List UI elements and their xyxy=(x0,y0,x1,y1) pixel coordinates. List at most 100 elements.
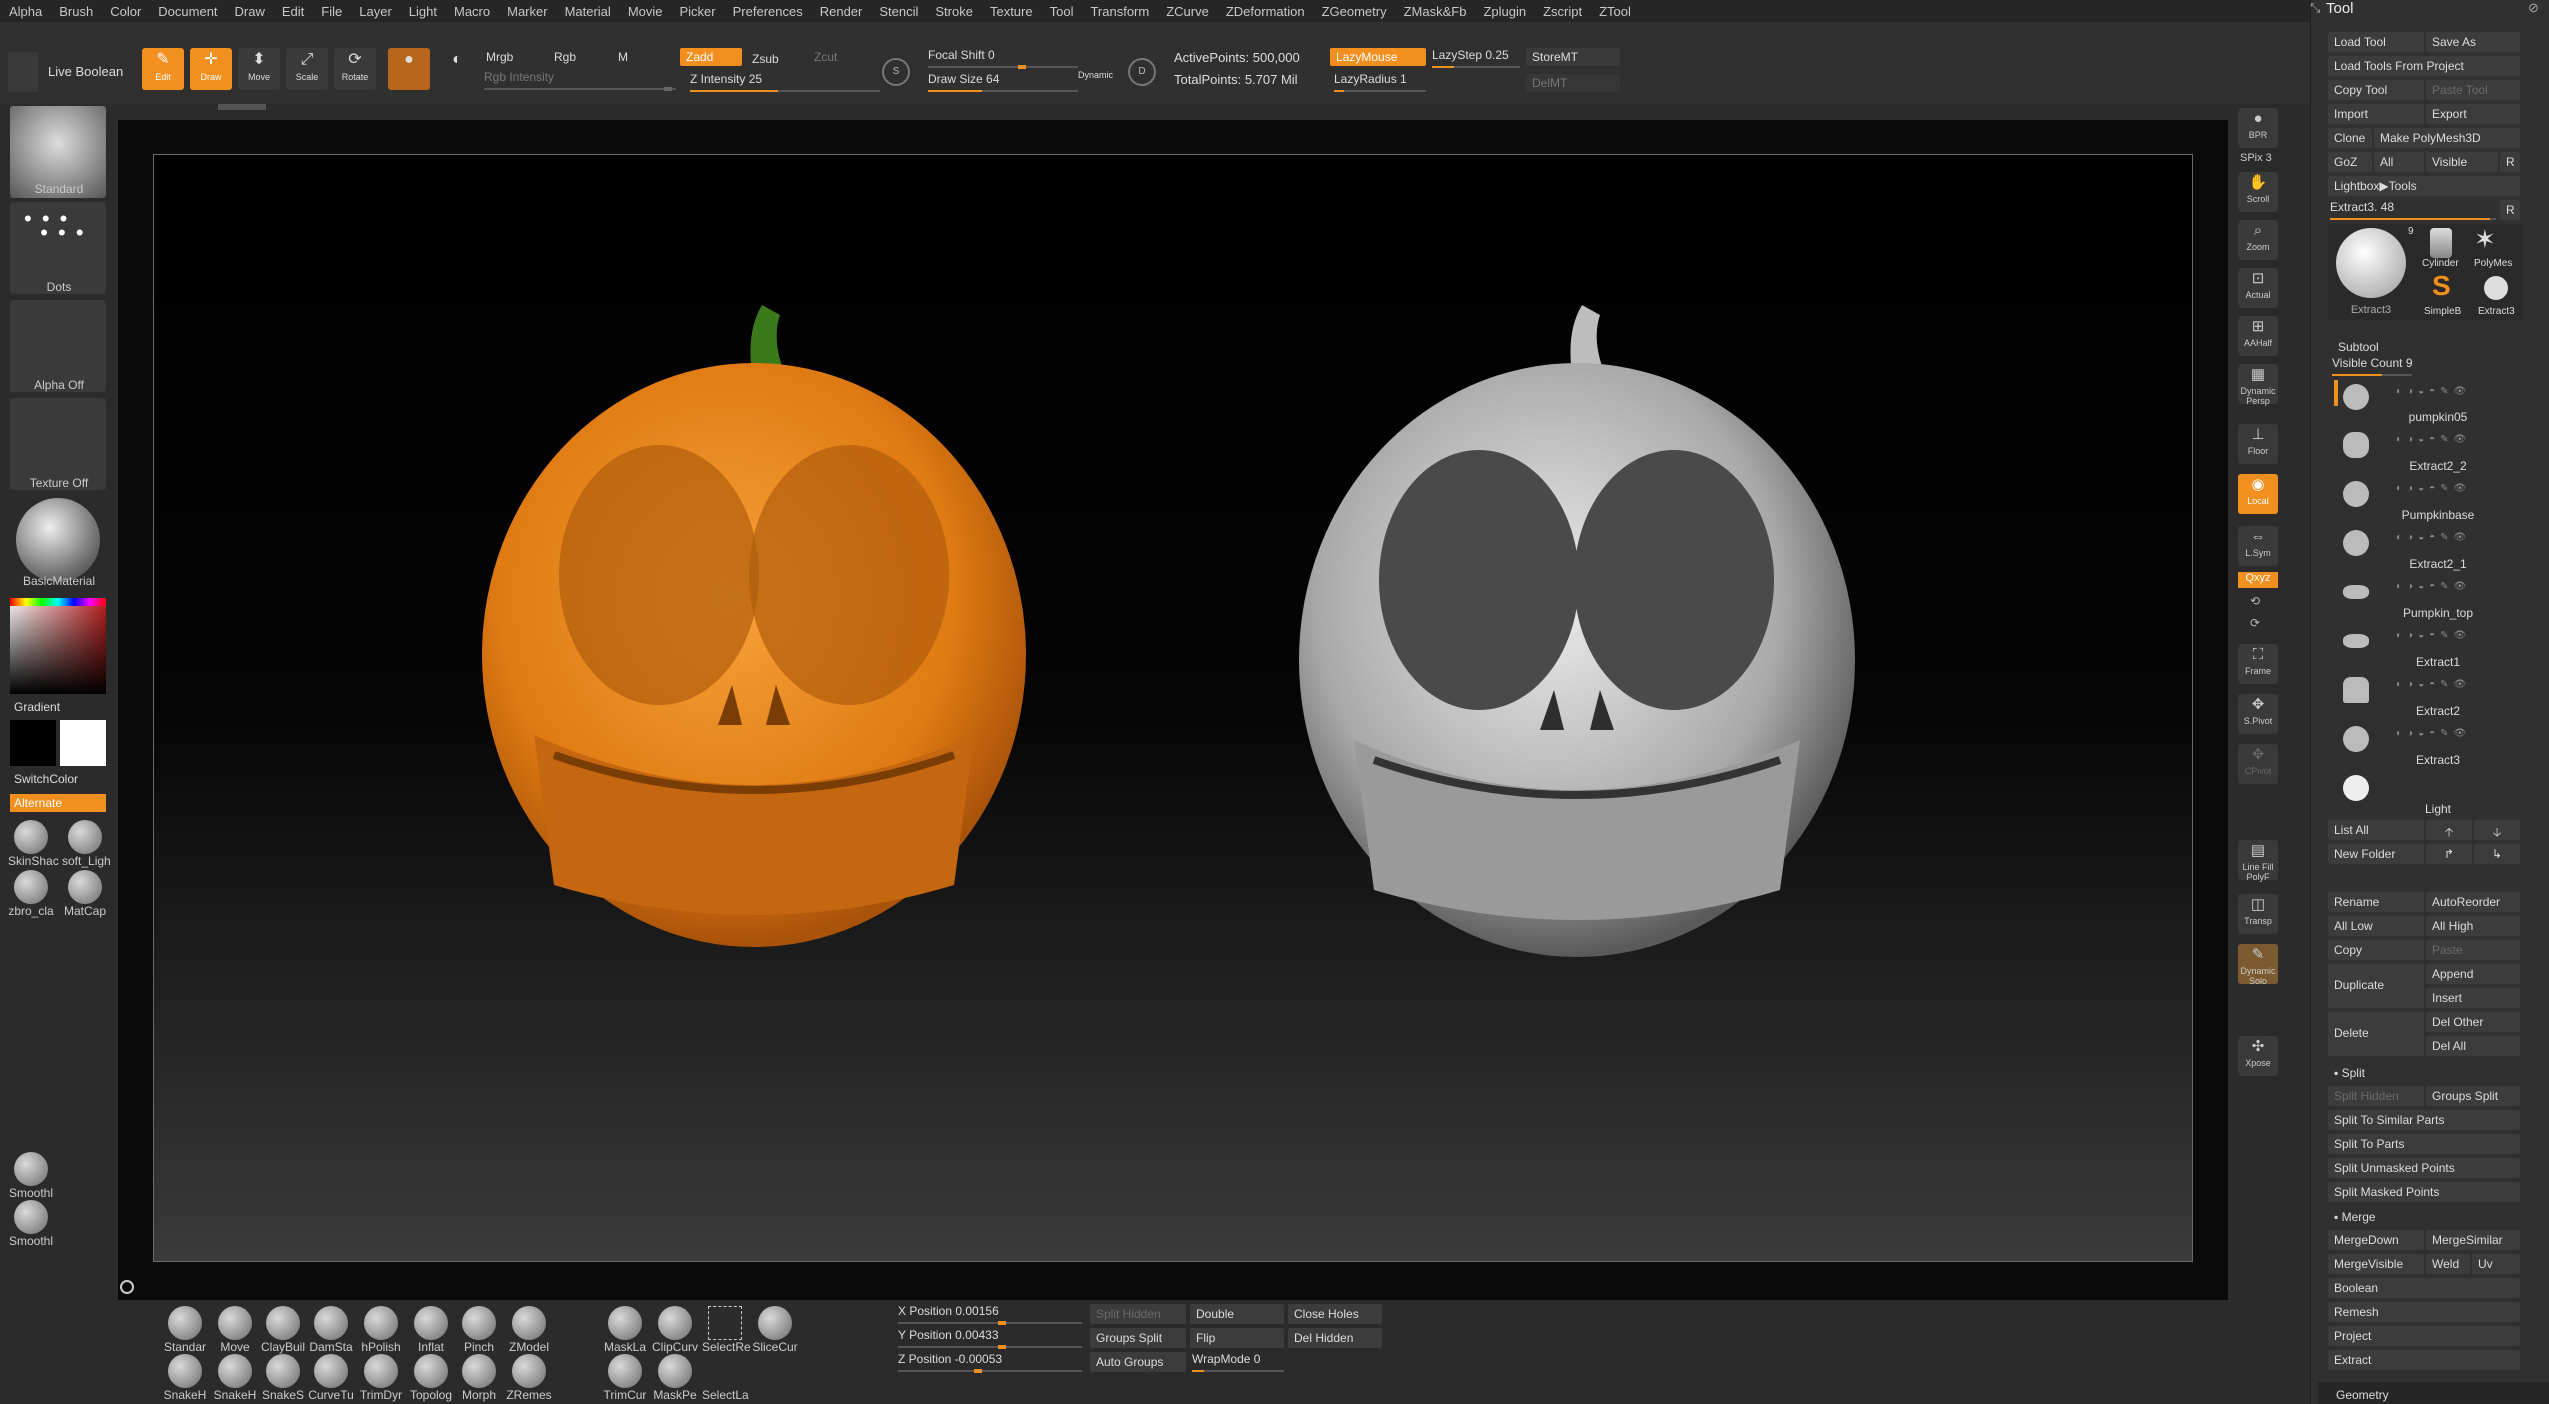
menu-texture[interactable]: Texture xyxy=(981,4,1041,19)
subtool-toggle-icons[interactable]: ◐◑◒◓✎👁 xyxy=(2396,728,2471,739)
subtool-toggle-icons[interactable]: ◐◑◒◓✎👁 xyxy=(2396,386,2471,397)
rename-button[interactable]: Rename xyxy=(2328,892,2424,912)
spix-slider[interactable]: SPix 3 xyxy=(2240,152,2272,164)
brush-hpolish[interactable]: hPolish xyxy=(358,1306,404,1354)
collapse-icon[interactable]: ⤡ xyxy=(2310,0,2320,16)
menu-zmaskfb[interactable]: ZMask&Fb xyxy=(1395,4,1475,19)
load-tool-button[interactable]: Load Tool xyxy=(2328,32,2424,52)
storemt-button[interactable]: StoreMT xyxy=(1526,48,1620,66)
menu-transform[interactable]: Transform xyxy=(1081,4,1157,19)
alternate-button[interactable]: Alternate xyxy=(10,794,106,812)
draw-button[interactable]: ✛ Draw xyxy=(190,48,232,90)
spivot-button[interactable]: ✥ S.Pivot xyxy=(2238,694,2278,734)
goz-button[interactable]: GoZ xyxy=(2328,152,2372,172)
frame-button[interactable]: ⛶ Frame xyxy=(2238,644,2278,684)
menu-material[interactable]: Material xyxy=(556,4,619,19)
dynamic-button[interactable]: Dynamic xyxy=(1078,70,1113,80)
flip-button[interactable]: Flip xyxy=(1190,1328,1284,1348)
brush-maskpen[interactable]: MaskPe xyxy=(652,1354,698,1402)
lazymouse-button[interactable]: LazyMouse xyxy=(1330,48,1426,66)
brush-curvetube[interactable]: CurveTu xyxy=(308,1354,354,1402)
menu-movie[interactable]: Movie xyxy=(619,4,671,19)
menu-zdeformation[interactable]: ZDeformation xyxy=(1217,4,1313,19)
reset-icon[interactable] xyxy=(120,1280,134,1294)
draw-size-icon[interactable]: D xyxy=(1128,58,1156,86)
brush-masklasso[interactable]: MaskLa xyxy=(602,1306,648,1354)
subtool-light-label[interactable]: Light xyxy=(2338,802,2538,816)
scale-button[interactable]: ⤢ Scale xyxy=(286,48,328,90)
z-position-slider[interactable]: Z Position -0.00053 xyxy=(898,1352,1082,1373)
hue-strip[interactable] xyxy=(10,598,106,606)
del-hidden-button[interactable]: Del Hidden xyxy=(1288,1328,1382,1348)
brush-zmodeler[interactable]: ZModel xyxy=(506,1306,552,1354)
zcut-button[interactable]: Zcut xyxy=(808,48,843,66)
mrgb-button[interactable]: Mrgb xyxy=(480,48,519,66)
brush-selectlasso[interactable]: SelectLa xyxy=(702,1354,749,1402)
new-folder-button[interactable]: New Folder xyxy=(2328,844,2424,864)
close-icon[interactable]: ⊘ xyxy=(2528,0,2539,16)
menu-stroke[interactable]: Stroke xyxy=(926,4,981,19)
extract-tool-slider[interactable]: Extract3. 48 xyxy=(2330,200,2496,220)
del-all-button[interactable]: Del All xyxy=(2426,1036,2520,1056)
split-hidden-button[interactable]: Split Hidden xyxy=(2328,1086,2424,1106)
brush-snakesphere[interactable]: SnakeS xyxy=(260,1354,306,1402)
menu-ztool[interactable]: ZTool xyxy=(1590,4,1639,19)
move-button[interactable]: ⬍ Move xyxy=(238,48,280,90)
brush-pinch[interactable]: Pinch xyxy=(456,1306,502,1354)
arrow-down-right-icon[interactable]: ↳ xyxy=(2474,844,2520,864)
local-button[interactable]: ◉ Local xyxy=(2238,474,2278,514)
bpr-button[interactable]: ● BPR xyxy=(2238,108,2278,148)
transp-button[interactable]: ◫ Transp xyxy=(2238,894,2278,934)
menu-color[interactable]: Color xyxy=(101,4,149,19)
split-section-header[interactable]: ▪ Split xyxy=(2334,1066,2365,1080)
subtool-toggle-icons[interactable]: ◐◑◒◓✎👁 xyxy=(2396,679,2471,690)
bottom-groups-split-button[interactable]: Groups Split xyxy=(1090,1328,1186,1348)
menu-brush[interactable]: Brush xyxy=(50,4,101,19)
load-tools-from-project-button[interactable]: Load Tools From Project xyxy=(2328,56,2520,76)
focal-shift-slider[interactable]: Focal Shift 0 xyxy=(928,48,1078,69)
cylinder-icon[interactable] xyxy=(2430,228,2452,258)
switchcolor-button[interactable]: SwitchColor xyxy=(14,772,78,786)
extract-section[interactable]: Extract xyxy=(2328,1350,2520,1370)
all-low-button[interactable]: All Low xyxy=(2328,916,2424,936)
close-holes-button[interactable]: Close Holes xyxy=(1288,1304,1382,1324)
menu-marker[interactable]: Marker xyxy=(498,4,555,19)
brush-trimcurve[interactable]: TrimCur xyxy=(602,1354,648,1402)
simplebrush-icon[interactable]: S xyxy=(2432,270,2451,302)
wrapmode-slider[interactable]: WrapMode 0 xyxy=(1192,1352,1284,1372)
duplicate-button[interactable]: Duplicate xyxy=(2328,964,2424,1008)
goz-all-button[interactable]: All xyxy=(2374,152,2424,172)
brush-clipcurve[interactable]: ClipCurv xyxy=(652,1306,698,1354)
xpose-button[interactable]: ✣ Xpose xyxy=(2238,1036,2278,1076)
menu-render[interactable]: Render xyxy=(811,4,871,19)
bottom-split-hidden-button[interactable]: Split Hidden xyxy=(1090,1304,1186,1324)
brush-claybuildup[interactable]: ClayBuil xyxy=(260,1306,306,1354)
x-position-slider[interactable]: X Position 0.00156 xyxy=(898,1304,1082,1325)
zadd-button[interactable]: Zadd xyxy=(680,48,742,66)
save-as-button[interactable]: Save As xyxy=(2426,32,2520,52)
qxyz-button[interactable]: Qxyz xyxy=(2238,572,2278,588)
geometry-section-header[interactable]: Geometry xyxy=(2336,1388,2389,1402)
clone-button[interactable]: Clone xyxy=(2328,128,2372,148)
focal-shift-icon[interactable]: S xyxy=(882,58,910,86)
uv-button[interactable]: Uv xyxy=(2472,1254,2520,1274)
menu-edit[interactable]: Edit xyxy=(273,4,312,19)
arrow-up-right-icon[interactable]: ↱ xyxy=(2426,844,2472,864)
lazyradius-slider[interactable]: LazyRadius 1 xyxy=(1334,72,1426,92)
delete-button[interactable]: Delete xyxy=(2328,1012,2424,1056)
split-to-similar-parts-button[interactable]: Split To Similar Parts xyxy=(2328,1110,2520,1130)
subtool-toggle-icons[interactable]: ◐◑◒◓✎👁 xyxy=(2396,630,2471,641)
polyf-button[interactable]: ▤ Line Fill PolyF xyxy=(2238,840,2278,882)
live-boolean-toggle[interactable] xyxy=(8,52,38,92)
extract3-small-thumbnail[interactable] xyxy=(2484,276,2508,300)
brush-damstandard[interactable]: DamSta xyxy=(308,1306,354,1354)
visible-count-slider[interactable]: Visible Count 9 xyxy=(2332,356,2413,376)
insert-button[interactable]: Insert xyxy=(2426,988,2520,1008)
remesh-section[interactable]: Remesh xyxy=(2328,1302,2520,1322)
subtool-toggle-icons[interactable]: ◐◑◒◓✎👁 xyxy=(2396,581,2471,592)
matcap-matcap[interactable]: MatCap xyxy=(62,870,108,918)
floor-button[interactable]: ⊥ Floor xyxy=(2238,424,2278,464)
double-button[interactable]: Double xyxy=(1190,1304,1284,1324)
split-masked-points-button[interactable]: Split Masked Points xyxy=(2328,1182,2520,1202)
autoreorder-button[interactable]: AutoReorder xyxy=(2426,892,2520,912)
